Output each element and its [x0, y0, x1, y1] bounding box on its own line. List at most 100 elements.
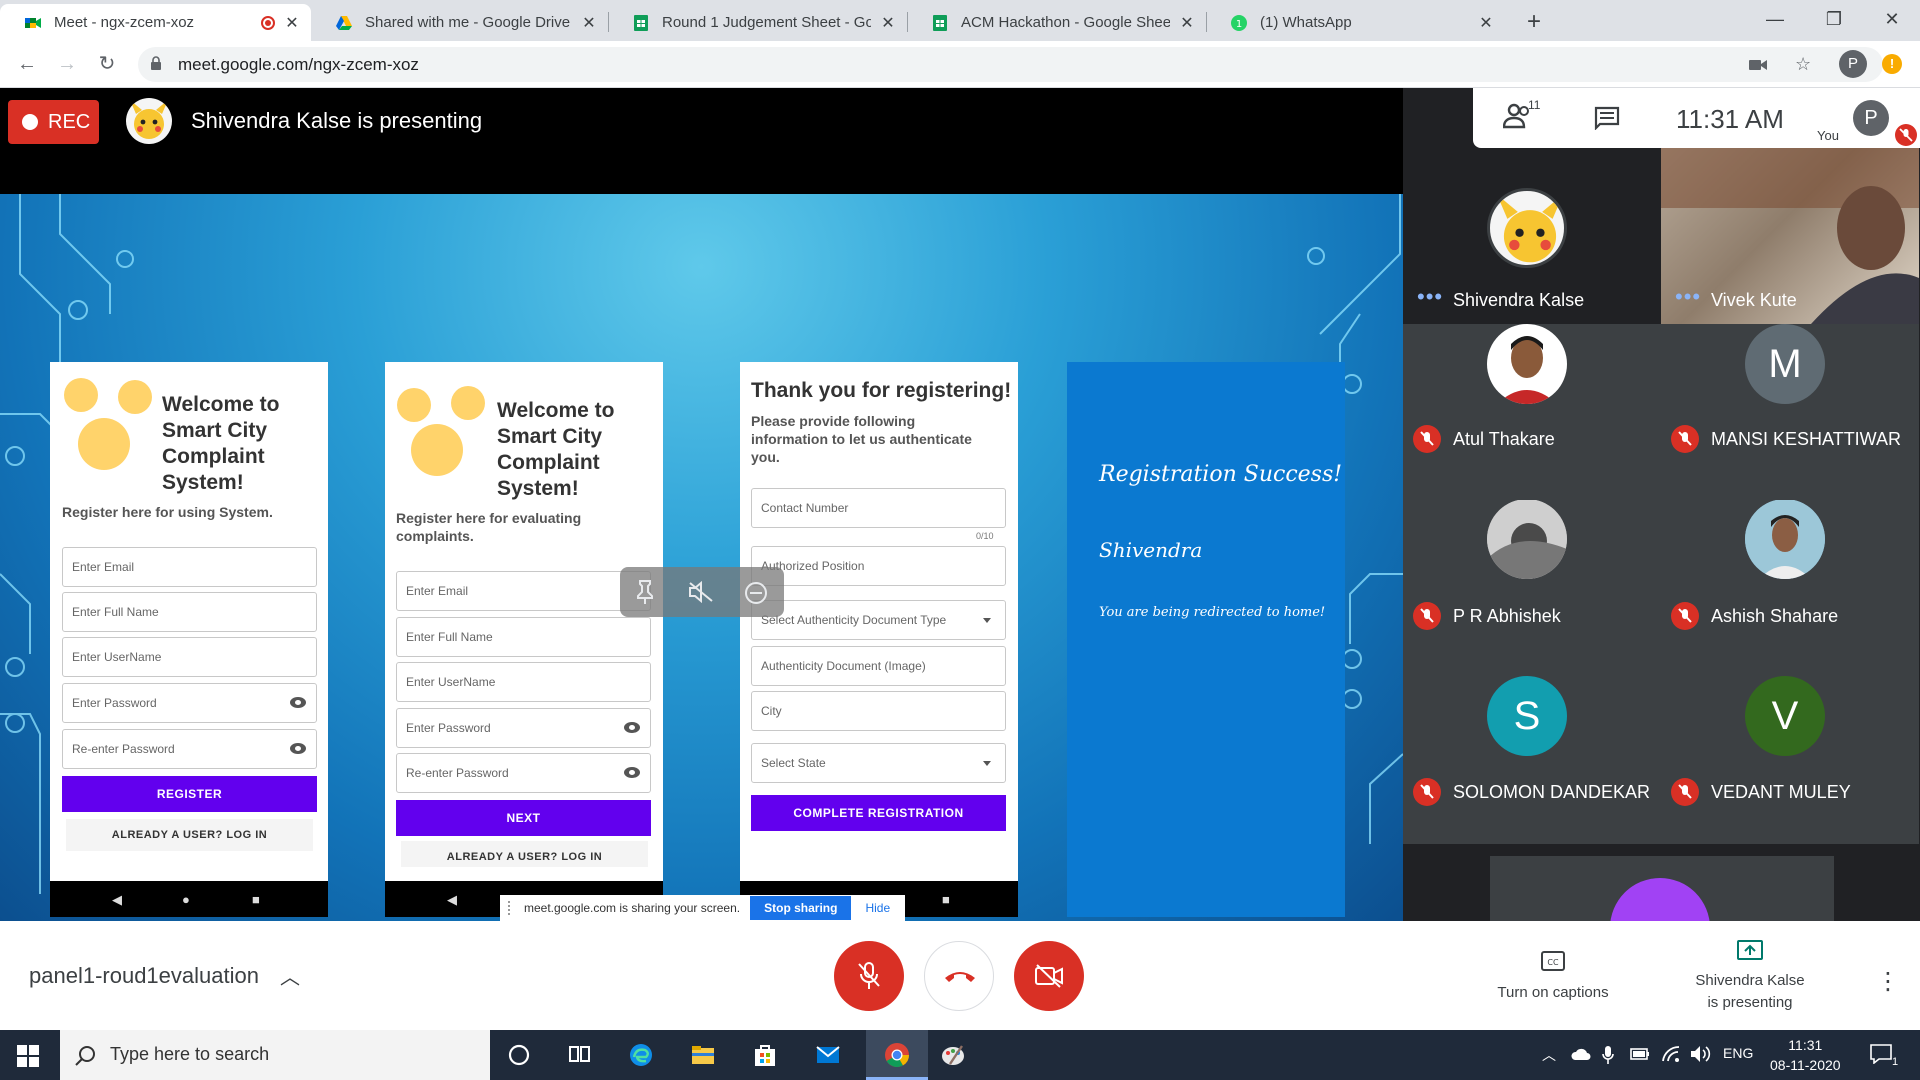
edge-icon[interactable]: [628, 1042, 654, 1068]
participant-tile[interactable]: V VEDANT MULEY: [1661, 676, 1919, 844]
document-type-select[interactable]: Select Authenticity Document Type: [751, 600, 1006, 640]
taskbar-chrome-active[interactable]: [866, 1030, 928, 1080]
maximize-button[interactable]: ❐: [1806, 0, 1862, 41]
nav-home-icon[interactable]: ●: [182, 892, 190, 907]
eye-icon[interactable]: [624, 722, 640, 733]
tab-drive[interactable]: Shared with me - Google Drive ✕: [311, 4, 608, 41]
close-tab-icon[interactable]: ✕: [1178, 13, 1196, 33]
nav-recents-icon[interactable]: ■: [252, 892, 260, 907]
camera-in-use-icon[interactable]: [1749, 58, 1767, 72]
new-tab-button[interactable]: +: [1519, 7, 1549, 37]
camera-off-button[interactable]: [1014, 941, 1084, 1011]
language-indicator[interactable]: ENG: [1723, 1045, 1753, 1061]
taskbar-search-box[interactable]: Type here to search: [60, 1030, 490, 1080]
drag-grip-icon[interactable]: [508, 901, 514, 915]
nav-back-icon[interactable]: ◀: [112, 892, 122, 908]
microphone-off-button[interactable]: [834, 941, 904, 1011]
reenter-password-field[interactable]: Re-enter Password: [396, 753, 651, 793]
nav-recents-icon[interactable]: ■: [942, 892, 950, 907]
self-avatar[interactable]: P: [1853, 100, 1889, 136]
minimize-button[interactable]: —: [1747, 0, 1803, 41]
eye-icon[interactable]: [624, 767, 640, 778]
close-tab-icon[interactable]: ✕: [1477, 13, 1495, 33]
close-tab-icon[interactable]: ✕: [879, 13, 897, 33]
paint-icon[interactable]: [940, 1042, 966, 1068]
close-window-button[interactable]: ✕: [1864, 0, 1920, 41]
register-button[interactable]: REGISTER: [62, 776, 317, 812]
task-view-icon[interactable]: [567, 1042, 593, 1068]
participant-tile[interactable]: Atul Thakare: [1403, 324, 1661, 500]
full-name-field[interactable]: Enter Full Name: [62, 592, 317, 632]
participant-tile[interactable]: P R Abhishek: [1403, 500, 1661, 676]
volume-icon[interactable]: [1690, 1045, 1712, 1063]
login-link[interactable]: ALREADY A USER? LOG IN: [66, 819, 313, 851]
tab-meet[interactable]: Meet - ngx-zcem-xoz ✕: [0, 4, 311, 41]
city-field[interactable]: City: [751, 691, 1006, 731]
notifications-icon[interactable]: [1870, 1044, 1892, 1064]
remove-icon[interactable]: [744, 581, 768, 605]
username-field[interactable]: Enter UserName: [62, 637, 317, 677]
back-button[interactable]: ←: [12, 49, 42, 79]
participant-tile-video[interactable]: ••• Vivek Kute: [1661, 148, 1919, 324]
hide-button[interactable]: Hide: [865, 901, 890, 915]
drive-icon: [336, 15, 352, 30]
windows-start-icon[interactable]: [17, 1045, 39, 1067]
cortana-icon[interactable]: [506, 1042, 532, 1068]
more-options-icon[interactable]: ⋮: [1876, 967, 1900, 996]
pin-icon[interactable]: [634, 579, 656, 605]
contact-number-field[interactable]: Contact Number: [751, 488, 1006, 528]
profile-avatar[interactable]: P: [1839, 50, 1867, 78]
complete-registration-button[interactable]: COMPLETE REGISTRATION: [751, 795, 1006, 831]
password-field[interactable]: Enter Password: [62, 683, 317, 723]
nav-back-icon[interactable]: ◀: [447, 892, 457, 908]
chat-icon[interactable]: [1594, 106, 1620, 130]
stop-sharing-button[interactable]: Stop sharing: [750, 896, 852, 920]
participant-tile[interactable]: ••• Shivendra Kalse: [1403, 148, 1661, 324]
password-field[interactable]: Enter Password: [396, 708, 651, 748]
onedrive-icon[interactable]: [1570, 1046, 1592, 1062]
mail-icon[interactable]: [815, 1042, 841, 1068]
tab-whatsapp[interactable]: 1 (1) WhatsApp ✕: [1206, 4, 1505, 41]
battery-icon[interactable]: [1630, 1047, 1650, 1061]
microphone-tray-icon[interactable]: [1602, 1045, 1614, 1065]
state-select[interactable]: Select State: [751, 743, 1006, 783]
sheets-icon: [933, 14, 947, 31]
update-warning-icon[interactable]: !: [1882, 54, 1902, 74]
mute-audio-icon[interactable]: [688, 581, 714, 603]
presentation-status-label[interactable]: Shivendra Kalse is presenting: [1670, 970, 1830, 1014]
close-tab-icon[interactable]: ✕: [580, 13, 598, 33]
document-image-field[interactable]: Authenticity Document (Image): [751, 646, 1006, 686]
chevron-up-icon[interactable]: ︿: [280, 961, 300, 990]
file-explorer-icon[interactable]: [690, 1042, 716, 1068]
tab-judgement-sheet[interactable]: Round 1 Judgement Sheet - Goo ✕: [608, 4, 907, 41]
reenter-password-field[interactable]: Re-enter Password: [62, 729, 317, 769]
reload-button[interactable]: ↻: [92, 49, 122, 79]
email-field[interactable]: Enter Email: [396, 571, 651, 611]
eye-icon[interactable]: [290, 743, 306, 754]
email-field[interactable]: Enter Email: [62, 547, 317, 587]
participant-tile[interactable]: S SOLOMON DANDEKAR: [1403, 676, 1661, 844]
tray-overflow-icon[interactable]: ︿: [1542, 1045, 1556, 1065]
address-bar[interactable]: meet.google.com/ngx-zcem-xoz ☆: [138, 47, 1883, 82]
tab-acm-hackathon[interactable]: ACM Hackathon - Google Sheets ✕: [907, 4, 1206, 41]
captions-button-label[interactable]: Turn on captions: [1480, 982, 1626, 1004]
participant-tile-partial[interactable]: [1490, 856, 1834, 921]
leave-call-button[interactable]: [924, 941, 994, 1011]
participant-tile[interactable]: Ashish Shahare: [1661, 500, 1919, 676]
present-now-icon[interactable]: [1737, 940, 1763, 962]
authorized-position-field[interactable]: Authorized Position: [751, 546, 1006, 586]
captions-icon[interactable]: CC: [1541, 951, 1565, 971]
taskbar-clock[interactable]: 11:31 08-11-2020: [1770, 1035, 1841, 1075]
next-button[interactable]: NEXT: [396, 800, 651, 836]
forward-button[interactable]: →: [52, 49, 82, 79]
login-link[interactable]: ALREADY A USER? LOG IN: [401, 841, 648, 867]
bookmark-star-icon[interactable]: ☆: [1795, 54, 1811, 75]
wifi-icon[interactable]: [1661, 1045, 1681, 1063]
participant-tile[interactable]: M MANSI KESHATTIWAR: [1661, 324, 1919, 500]
close-tab-icon[interactable]: ✕: [283, 13, 301, 33]
microsoft-store-icon[interactable]: [752, 1042, 778, 1068]
eye-icon[interactable]: [290, 697, 306, 708]
username-field[interactable]: Enter UserName: [396, 662, 651, 702]
meeting-details-button[interactable]: panel1-roud1evaluation: [29, 963, 259, 989]
full-name-field[interactable]: Enter Full Name: [396, 617, 651, 657]
